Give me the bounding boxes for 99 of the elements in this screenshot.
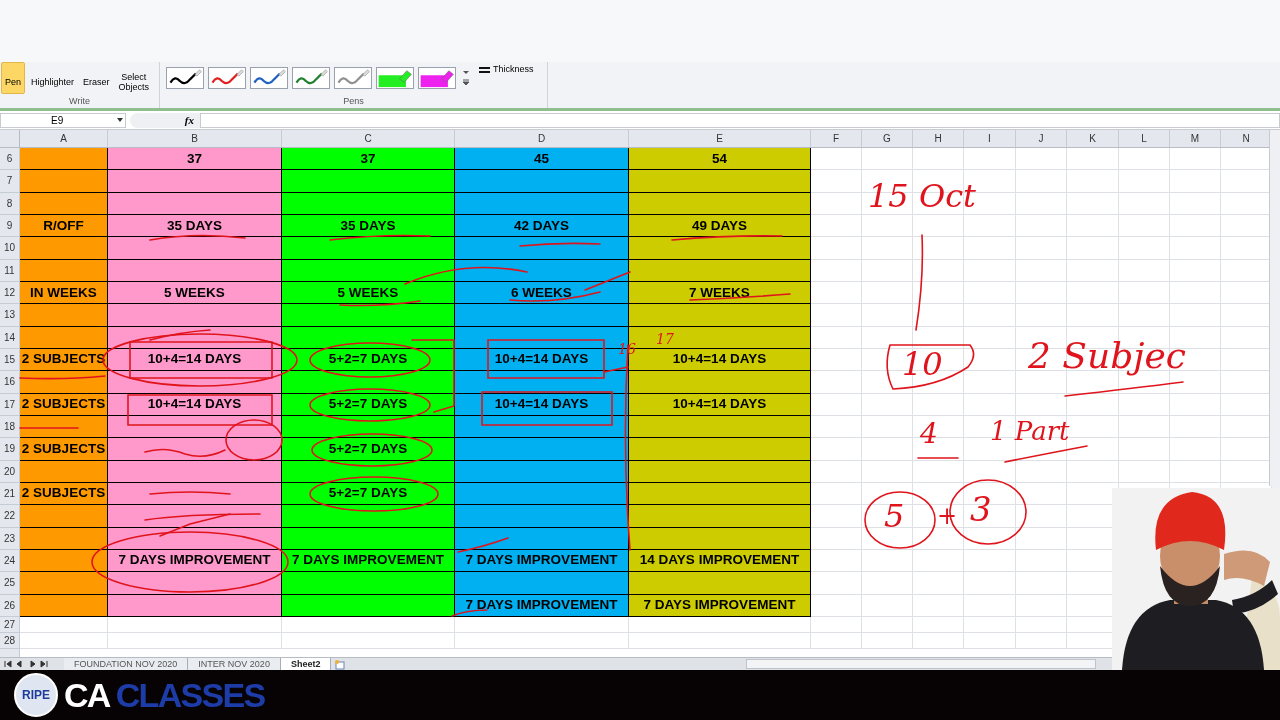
sheet-tab[interactable]: INTER NOV 2020 <box>188 657 281 670</box>
column-header[interactable]: H <box>913 130 964 147</box>
pen-swatch-icon[interactable] <box>334 67 372 89</box>
ribbon-button[interactable]: Highlighter <box>28 62 78 94</box>
handwritten-note: 2 Subjec <box>1028 338 1186 374</box>
ink-stroke <box>149 329 211 341</box>
ribbon-button[interactable]: Eraser <box>80 62 113 94</box>
handwritten-note: 15 Oct <box>868 180 976 212</box>
column-header[interactable]: D <box>455 130 629 147</box>
pen-swatch-icon[interactable] <box>166 67 204 89</box>
row-header[interactable]: 6 <box>0 148 20 171</box>
ink-underline <box>917 457 959 459</box>
column-header[interactable]: G <box>862 130 913 147</box>
new-sheet-icon[interactable] <box>334 658 347 670</box>
table-cell: 7 DAYS IMPROVEMENT <box>282 549 455 573</box>
highlighter-swatch-icon[interactable] <box>376 67 414 89</box>
ink-stroke <box>584 271 631 291</box>
table-cell: 7 DAYS IMPROVEMENT <box>108 549 282 573</box>
row-header[interactable]: 12 <box>0 281 20 305</box>
row-header[interactable]: 8 <box>0 192 20 215</box>
thickness-button[interactable]: Thickness <box>479 63 534 77</box>
handwritten-note: 3 <box>970 492 992 526</box>
logo-word: CA <box>64 677 110 712</box>
group-label: Pens <box>342 94 365 108</box>
name-box[interactable]: E9 <box>0 112 126 128</box>
column-header[interactable]: K <box>1067 130 1119 147</box>
table-cell: 37 <box>282 148 455 171</box>
table-cell: IN WEEKS <box>20 281 108 305</box>
handwritten-note: 5 <box>884 500 905 532</box>
table-cell: 2 SUBJECTS <box>20 438 108 461</box>
table-cell: 2 SUBJECTS <box>20 393 108 416</box>
logo-word: CLASSES <box>115 677 265 712</box>
pen-swatch-icon[interactable] <box>292 67 330 89</box>
column-header[interactable]: L <box>1119 130 1170 147</box>
column-header[interactable]: J <box>1016 130 1067 147</box>
row-header[interactable]: 17 <box>0 393 20 416</box>
table-cell: 7 DAYS IMPROVEMENT <box>455 594 629 617</box>
ink-stroke <box>451 609 488 617</box>
row-header[interactable]: 9 <box>0 215 20 238</box>
horizontal-scrollbar[interactable] <box>746 658 1097 669</box>
handwritten-note: 10 <box>902 348 943 380</box>
table-cell: 10+4=14 DAYS <box>629 393 811 416</box>
row-header[interactable]: 16 <box>0 371 20 394</box>
formula-input-field[interactable] <box>200 112 1280 128</box>
handwritten-note: 4 <box>920 420 938 448</box>
row-header[interactable]: 11 <box>0 259 20 282</box>
handwritten-note: 1 Part <box>990 418 1070 444</box>
pen-swatch-icon[interactable] <box>250 67 288 89</box>
sheet-tab[interactable]: FOUNDATION NOV 2020 <box>64 657 189 670</box>
table-cell: 5 WEEKS <box>108 281 282 305</box>
column-header[interactable]: C <box>282 130 455 147</box>
sheet-tab[interactable]: Sheet2 <box>280 657 332 670</box>
row-header[interactable]: 22 <box>0 505 20 528</box>
sheet-navigation-icon[interactable] <box>4 659 50 668</box>
highlighter-swatch-icon[interactable] <box>418 67 456 89</box>
row-header[interactable]: 23 <box>0 527 20 550</box>
table-cell: 37 <box>108 148 282 171</box>
table-cell: 7 DAYS IMPROVEMENT <box>629 594 811 617</box>
column-header[interactable]: F <box>811 130 862 147</box>
handwritten-note: 17 <box>656 332 674 346</box>
ribbon-button[interactable]: Pen <box>1 62 25 94</box>
ink-underline <box>19 427 79 429</box>
row-header[interactable]: 24 <box>0 549 20 573</box>
row-header[interactable]: 19 <box>0 438 20 461</box>
table-cell: 42 DAYS <box>455 215 629 238</box>
group-label: Write <box>68 95 91 108</box>
ink-stroke <box>603 366 629 373</box>
row-header[interactable]: 20 <box>0 460 20 483</box>
row-header[interactable]: 10 <box>0 237 20 260</box>
pen-swatch-icon[interactable] <box>208 67 246 89</box>
column-header[interactable]: I <box>964 130 1016 147</box>
column-header[interactable]: B <box>108 130 282 147</box>
thickness-icon <box>479 65 490 74</box>
dropdown-icon <box>117 118 123 122</box>
insert-function-button[interactable]: fx <box>184 111 194 129</box>
column-header[interactable]: E <box>629 130 811 147</box>
table-cell: R/OFF <box>20 215 108 238</box>
row-header[interactable]: 13 <box>0 304 20 327</box>
table-cell: 14 DAYS IMPROVEMENT <box>629 549 811 573</box>
table-cell: 45 <box>455 148 629 171</box>
ink-stroke <box>457 537 509 553</box>
ribbon-button[interactable]: Select Objects <box>115 62 153 94</box>
table-cell: 2 SUBJECTS <box>20 348 108 372</box>
row-header[interactable]: 21 <box>0 482 20 506</box>
vertical-scrollbar[interactable] <box>1269 130 1280 486</box>
column-header[interactable]: M <box>1170 130 1221 147</box>
row-header[interactable]: 14 <box>0 326 20 349</box>
row-header[interactable]: 18 <box>0 415 20 439</box>
row-header[interactable]: 15 <box>0 348 20 372</box>
table-cell: 2 SUBJECTS <box>20 482 108 506</box>
more-icon[interactable] <box>461 77 471 87</box>
column-header[interactable]: A <box>20 130 108 147</box>
table-cell: 54 <box>629 148 811 171</box>
table-cell: 7 DAYS IMPROVEMENT <box>455 549 629 573</box>
row-header[interactable]: 25 <box>0 572 20 595</box>
table-cell: 5+2=7 DAYS <box>282 438 455 461</box>
row-header[interactable]: 26 <box>0 594 20 617</box>
logo-badge: RIPE <box>14 672 58 717</box>
row-header[interactable]: 7 <box>0 170 20 193</box>
